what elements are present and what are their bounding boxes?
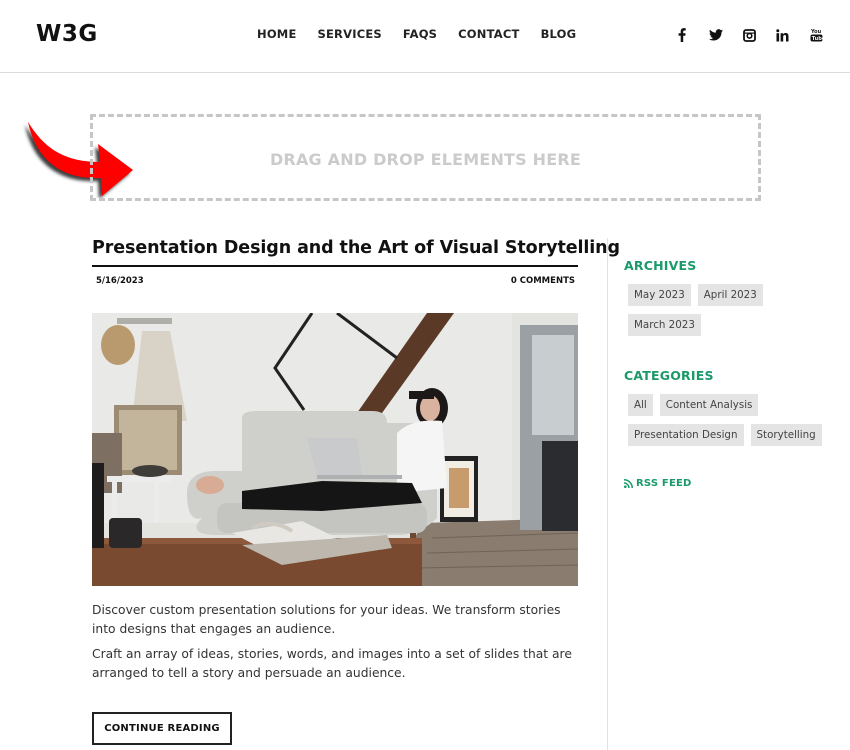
excerpt-paragraph: Discover custom presentation solutions f… <box>92 603 561 636</box>
social-links: YouTube <box>672 25 840 45</box>
drop-zone[interactable]: DRAG AND DROP ELEMENTS HERE <box>90 114 761 201</box>
youtube-icon[interactable]: YouTube <box>806 25 826 45</box>
twitter-icon[interactable] <box>706 25 726 45</box>
nav-faqs[interactable]: FAQS <box>403 27 437 41</box>
main-nav: HOME SERVICES FAQS CONTACT BLOG <box>257 27 597 41</box>
nav-home[interactable]: HOME <box>257 27 297 41</box>
categories-title: CATEGORIES <box>624 368 714 383</box>
rss-feed-label: RSS FEED <box>636 478 692 489</box>
drop-zone-label: DRAG AND DROP ELEMENTS HERE <box>269 150 582 169</box>
svg-text:You: You <box>810 29 822 35</box>
sidebar: ARCHIVES May 2023 April 2023 March 2023 … <box>624 258 834 489</box>
title-divider <box>92 265 578 267</box>
category-link-all[interactable]: All <box>628 394 653 416</box>
post-excerpt: Discover custom presentation solutions f… <box>92 601 578 689</box>
archive-link-march-2023[interactable]: March 2023 <box>628 314 701 336</box>
post-title[interactable]: Presentation Design and the Art of Visua… <box>92 236 620 260</box>
post-date: 5/16/2023 <box>96 276 144 286</box>
categories-widget: CATEGORIES All Content Analysis Presenta… <box>624 368 834 454</box>
archive-link-april-2023[interactable]: April 2023 <box>697 284 763 306</box>
excerpt-paragraph: Craft an array of ideas, stories, words,… <box>92 647 572 680</box>
rss-icon <box>624 479 633 488</box>
archives-widget: ARCHIVES May 2023 April 2023 March 2023 <box>624 258 834 344</box>
nav-blog[interactable]: BLOG <box>541 27 577 41</box>
svg-text:Tube: Tube <box>811 36 822 42</box>
facebook-icon[interactable] <box>672 25 692 45</box>
nav-contact[interactable]: CONTACT <box>458 27 519 41</box>
category-link-presentation-design[interactable]: Presentation Design <box>628 424 744 446</box>
post-comments-link[interactable]: 0 COMMENTS <box>511 276 575 286</box>
archives-title: ARCHIVES <box>624 258 697 273</box>
site-logo[interactable]: W3G <box>36 21 98 47</box>
post-image[interactable] <box>92 313 578 586</box>
continue-reading-button[interactable]: CONTINUE READING <box>92 712 232 745</box>
sidebar-divider <box>607 238 608 750</box>
blog-post: Presentation Design and the Art of Visua… <box>92 236 620 745</box>
post-meta: 5/16/2023 0 COMMENTS <box>92 276 578 286</box>
linkedin-icon[interactable] <box>773 25 793 45</box>
category-link-storytelling[interactable]: Storytelling <box>750 424 822 446</box>
rss-feed-link[interactable]: RSS FEED <box>624 478 834 489</box>
instagram-icon[interactable] <box>739 25 759 45</box>
archive-link-may-2023[interactable]: May 2023 <box>628 284 691 306</box>
site-header: W3G HOME SERVICES FAQS CONTACT BLOG You T… <box>0 0 850 73</box>
nav-services[interactable]: SERVICES <box>318 27 382 41</box>
category-link-content-analysis[interactable]: Content Analysis <box>659 394 759 416</box>
post-photo <box>92 313 578 586</box>
